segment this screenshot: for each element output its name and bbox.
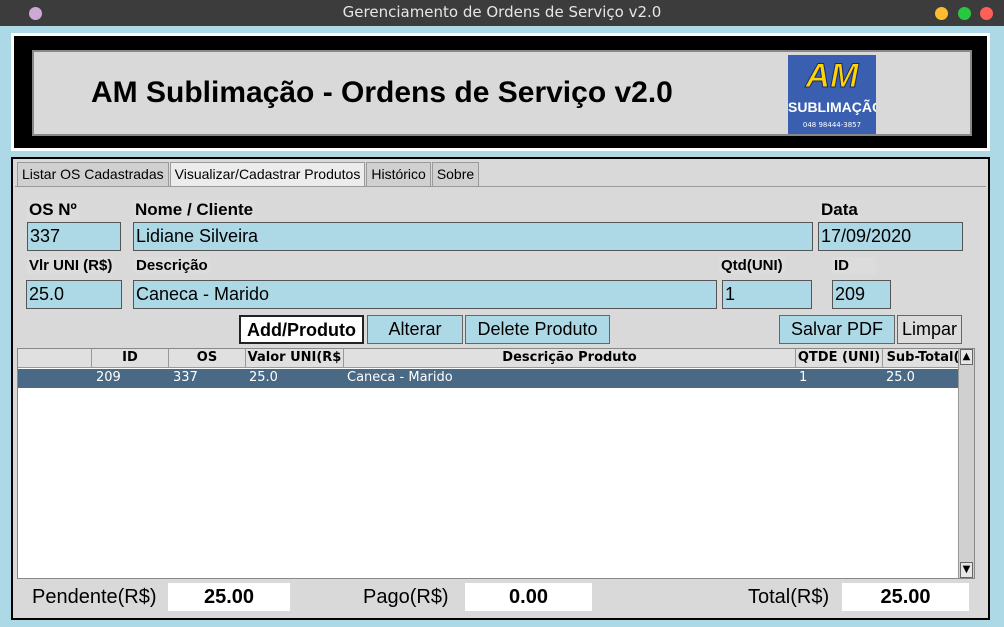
window-titlebar: Gerenciamento de Ordens de Serviço v2.0 [0, 0, 1004, 26]
tab-divider [15, 186, 986, 187]
limpar-button[interactable]: Limpar [897, 315, 962, 344]
cell-descricao: Caneca - Marido [347, 370, 453, 385]
data-label: Data [819, 200, 860, 220]
data-field[interactable]: 17/09/2020 [818, 222, 963, 251]
column-header-id[interactable]: ID [92, 349, 169, 368]
produtos-table[interactable]: ID OS Valor UNI(R$ Descrição Produto QTD… [17, 348, 975, 579]
logo-sub-text: SUBLIMAÇÃO [788, 99, 876, 115]
qtd-field[interactable]: 1 [722, 280, 812, 309]
cell-valor: 25.0 [249, 370, 278, 385]
pendente-value: 25.00 [168, 583, 290, 611]
qtd-label: Qtd(UNI) [719, 257, 785, 274]
close-icon[interactable] [980, 7, 993, 20]
logo-phone: 048 98444-3857 [802, 121, 862, 129]
os-label: OS Nº [27, 200, 79, 220]
vlr-uni-label: Vlr UNI (R$) [27, 257, 115, 274]
cliente-field[interactable]: Lidiane Silveira [133, 222, 813, 251]
scroll-down-icon[interactable]: ▼ [960, 562, 973, 578]
column-header-blank [18, 349, 92, 368]
header-panel: AM Sublimação - Ordens de Serviço v2.0 A… [32, 50, 972, 136]
descricao-label: Descrição [134, 257, 210, 274]
vlr-uni-field[interactable]: 25.0 [26, 280, 122, 309]
maximize-icon[interactable] [958, 7, 971, 20]
column-header-qtde[interactable]: QTDE (UNI) [796, 349, 883, 368]
pago-value: 0.00 [465, 583, 592, 611]
column-header-valor[interactable]: Valor UNI(R$ [246, 349, 344, 368]
total-label: Total(R$) [748, 586, 830, 608]
logo-main-text: AM [805, 57, 859, 96]
pendente-label: Pendente(R$) [32, 586, 157, 608]
column-header-os[interactable]: OS [169, 349, 246, 368]
company-logo: AM SUBLIMAÇÃO 048 98444-3857 [788, 55, 876, 134]
delete-produto-button[interactable]: Delete Produto [465, 315, 610, 344]
cell-os: 337 [173, 370, 198, 385]
cell-subtotal: 25.0 [886, 370, 915, 385]
table-scrollbar[interactable]: ▲ ▼ [958, 349, 974, 578]
tab-listar-os[interactable]: Listar OS Cadastradas [17, 162, 169, 186]
salvar-pdf-button[interactable]: Salvar PDF [779, 315, 895, 344]
alterar-button[interactable]: Alterar [367, 315, 463, 344]
tab-sobre[interactable]: Sobre [431, 162, 480, 186]
cell-qtde: 1 [799, 370, 808, 385]
tab-bar: Listar OS Cadastradas Visualizar/Cadastr… [17, 162, 480, 187]
id-label: ID [832, 257, 876, 274]
add-produto-button[interactable]: Add/Produto [239, 315, 364, 344]
tab-visualizar-produtos[interactable]: Visualizar/Cadastrar Produtos [169, 162, 366, 187]
table-header: ID OS Valor UNI(R$ Descrição Produto QTD… [18, 349, 973, 368]
tab-historico[interactable]: Histórico [366, 162, 431, 186]
column-header-descricao[interactable]: Descrição Produto [344, 349, 796, 368]
scroll-up-icon[interactable]: ▲ [960, 349, 973, 365]
table-row[interactable]: 209 337 25.0 Caneca - Marido 1 25.0 [18, 369, 973, 388]
header-banner: AM Sublimação - Ordens de Serviço v2.0 A… [11, 33, 990, 151]
app-title: AM Sublimação - Ordens de Serviço v2.0 [91, 76, 673, 109]
cell-id: 209 [96, 370, 121, 385]
descricao-field[interactable]: Caneca - Marido [133, 280, 717, 309]
id-field[interactable]: 209 [832, 280, 891, 309]
window-title: Gerenciamento de Ordens de Serviço v2.0 [342, 3, 662, 21]
minimize-icon[interactable] [935, 7, 948, 20]
tab-panel: Listar OS Cadastradas Visualizar/Cadastr… [11, 157, 990, 620]
pago-label: Pago(R$) [363, 586, 449, 608]
cliente-label: Nome / Cliente [133, 200, 256, 220]
total-value: 25.00 [842, 583, 969, 611]
os-number-field[interactable]: 337 [27, 222, 121, 251]
